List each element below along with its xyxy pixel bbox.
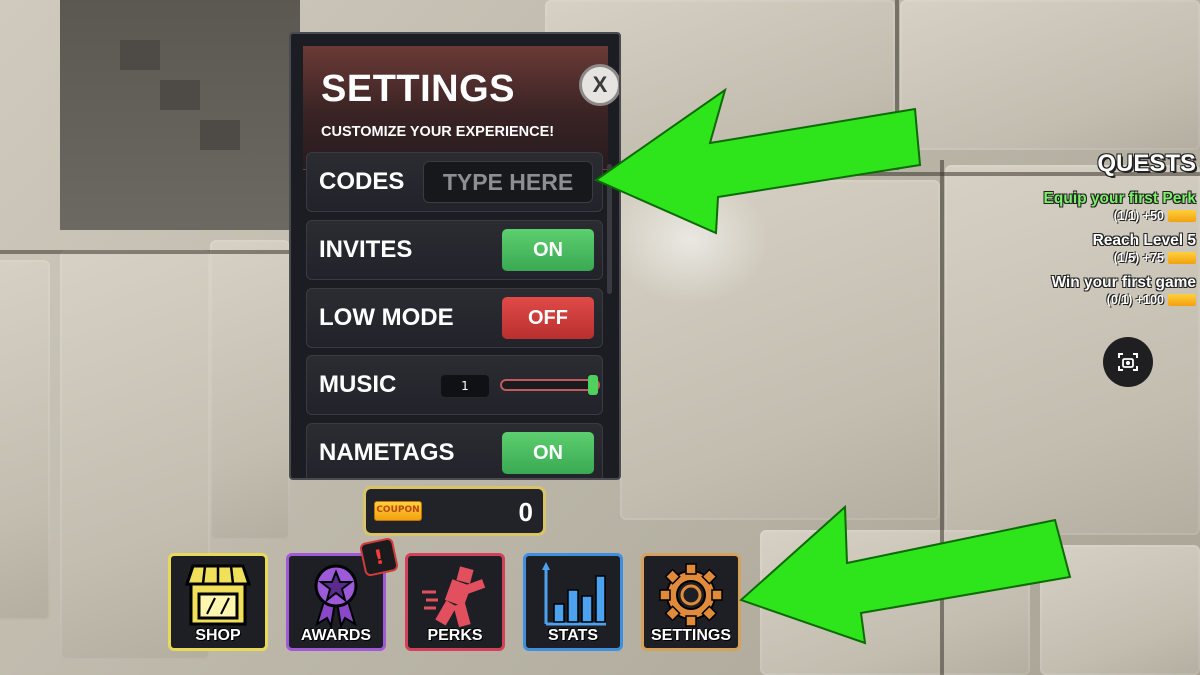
settings-button[interactable]: SETTINGS (641, 553, 741, 651)
screenshot-button[interactable] (1103, 337, 1153, 387)
quest-name: Reach Level 5 (1092, 232, 1196, 249)
camera-icon (1118, 353, 1138, 371)
music-slider[interactable] (500, 375, 600, 395)
quest-name: Equip your first Perk (1043, 190, 1196, 207)
coupon-ticket-icon (1168, 294, 1196, 306)
music-row: MUSIC 1 (306, 355, 603, 415)
annotation-arrow-codes (593, 87, 922, 235)
quest-item: Equip your first Perk (1/1) +50 (1044, 190, 1196, 223)
settings-panel: SETTINGS CUSTOMIZE YOUR EXPERIENCE! X CO… (289, 32, 621, 480)
low-mode-row: LOW MODE OFF (306, 288, 603, 348)
shop-label: SHOP (195, 627, 241, 644)
quests-title: QUESTS (1097, 150, 1196, 177)
gear-icon (659, 563, 723, 627)
shadow-wall (60, 0, 300, 230)
running-figure-icon (422, 566, 486, 628)
settings-title: SETTINGS (321, 68, 516, 110)
low-mode-label: LOW MODE (319, 304, 454, 331)
invites-label: INVITES (319, 236, 413, 263)
coupon-counter: COUPON 0 (363, 486, 546, 536)
settings-subtitle: CUSTOMIZE YOUR EXPERIENCE! (321, 124, 555, 140)
stats-button[interactable]: STATS (523, 553, 623, 651)
quest-progress: (1/5) +75 (1113, 251, 1164, 265)
quest-item: Win your first game (0/1) +100 (1051, 274, 1196, 307)
quest-name: Win your first game (1051, 274, 1196, 291)
shop-button[interactable]: SHOP (168, 553, 268, 651)
codes-input[interactable] (423, 161, 593, 203)
coupon-ticket-icon (1168, 252, 1196, 264)
nametags-label: NAMETAGS (319, 439, 455, 466)
quest-progress: (0/1) +100 (1106, 293, 1164, 307)
perks-button[interactable]: PERKS (405, 553, 505, 651)
coupon-ticket-icon (1168, 210, 1196, 222)
ribbon-star-icon (314, 564, 358, 628)
music-label: MUSIC (319, 371, 397, 398)
invites-toggle[interactable]: ON (502, 229, 594, 271)
bar-chart-icon (542, 562, 606, 626)
awards-label: AWARDS (300, 627, 372, 644)
invites-row: INVITES ON (306, 220, 603, 280)
low-mode-toggle[interactable]: OFF (502, 297, 594, 339)
awards-alert-badge: ! (358, 536, 400, 578)
perks-label: PERKS (427, 627, 483, 644)
nametags-toggle[interactable]: ON (502, 432, 594, 474)
storefront-icon (184, 564, 252, 626)
alert-icon: ! (372, 544, 386, 570)
coupon-count: 0 (518, 497, 533, 527)
settings-label: SETTINGS (650, 627, 731, 644)
codes-row: CODES (306, 152, 603, 212)
codes-label: CODES (319, 168, 405, 195)
music-slider-knob[interactable] (588, 375, 598, 395)
coupon-ticket-icon: COUPON (374, 501, 422, 521)
quest-progress: (1/1) +50 (1113, 209, 1164, 223)
stats-label: STATS (547, 627, 599, 644)
music-value: 1 (441, 375, 489, 397)
quest-item: Reach Level 5 (1/5) +75 (1093, 232, 1196, 265)
nametags-row: NAMETAGS ON (306, 423, 603, 478)
annotation-arrow-settings (739, 505, 1072, 645)
